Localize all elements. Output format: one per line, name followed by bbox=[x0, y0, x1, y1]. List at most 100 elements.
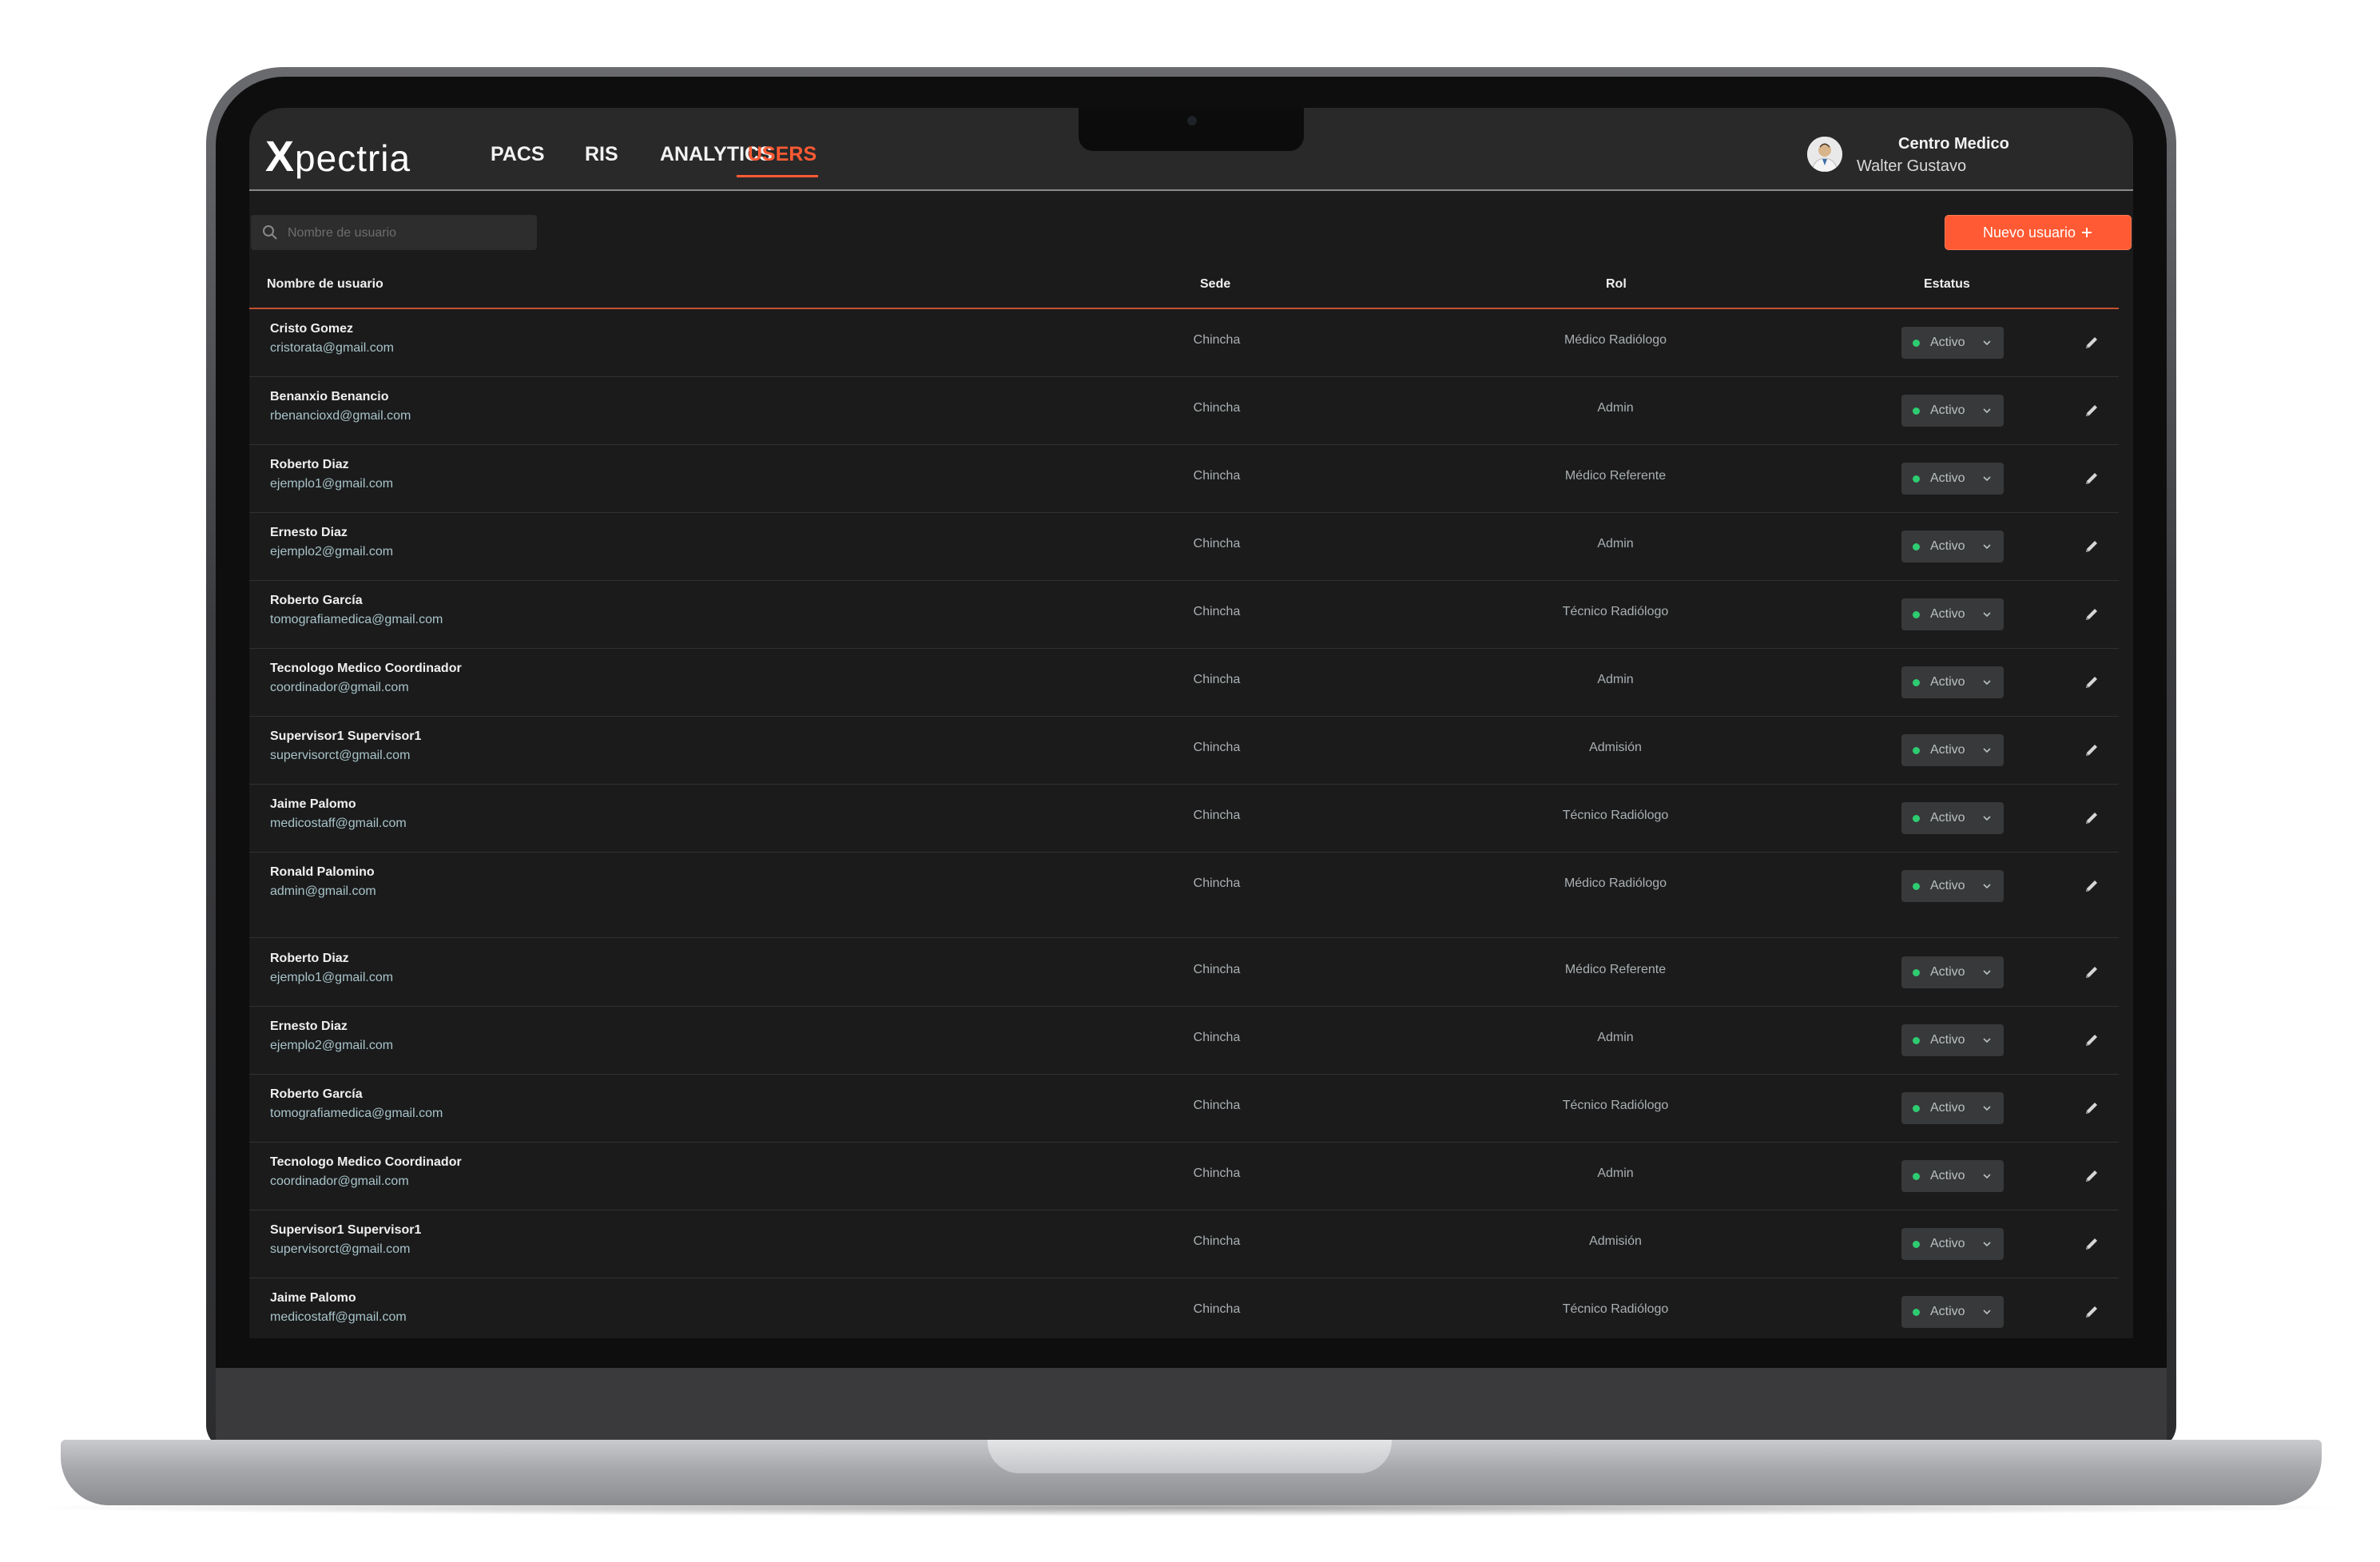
rol-cell: Admisión bbox=[1589, 1234, 1642, 1248]
nav-pacs[interactable]: PACS bbox=[491, 143, 545, 166]
rol-cell: Médico Radiólogo bbox=[1563, 333, 1667, 347]
edit-user-button[interactable] bbox=[2077, 1298, 2106, 1326]
table-row[interactable]: Roberto Diaz ejemplo1@gmail.com Chincha Méd… bbox=[249, 445, 2119, 513]
pencil-icon bbox=[2086, 337, 2097, 348]
sede-cell: Chincha bbox=[1193, 1234, 1241, 1248]
status-dropdown[interactable]: Activo bbox=[1901, 870, 2004, 902]
edit-user-button[interactable] bbox=[2077, 804, 2106, 833]
status-label: Activo bbox=[1930, 965, 1965, 979]
search-box[interactable] bbox=[251, 215, 537, 250]
user-email-cell: ejemplo1@gmail.com bbox=[270, 971, 394, 984]
user-email-cell: admin@gmail.com bbox=[270, 884, 376, 898]
table-row[interactable]: Roberto García tomografiamedica@gmail.com… bbox=[249, 581, 2119, 649]
status-dot-icon bbox=[1913, 747, 1920, 754]
table-row[interactable]: Jaime Palomo medicostaff@gmail.com Chincha… bbox=[249, 785, 2119, 853]
pencil-icon bbox=[2086, 609, 2097, 620]
table-header: Nombre de usuario Sede Rol Estatus bbox=[249, 266, 2119, 309]
new-user-button[interactable]: Nuevo usuario bbox=[1945, 215, 2132, 250]
table-row[interactable]: Supervisor1 Supervisor1 supervisorct@gmai… bbox=[249, 1210, 2119, 1278]
status-dropdown[interactable]: Activo bbox=[1901, 666, 2004, 698]
chevron-down-icon bbox=[1983, 612, 1991, 618]
user-email-cell: rbenancioxd@gmail.com bbox=[270, 409, 411, 423]
rol-cell: Admisión bbox=[1589, 741, 1642, 754]
nav-users[interactable]: USERS bbox=[748, 143, 817, 166]
rol-cell: Técnico Radiólogo bbox=[1562, 1302, 1669, 1316]
xpectria-logo[interactable]: Xpectria bbox=[265, 132, 411, 181]
user-email-cell: coordinador@gmail.com bbox=[270, 681, 409, 694]
edit-user-button[interactable] bbox=[2077, 464, 2106, 493]
pencil-icon bbox=[2086, 967, 2097, 978]
status-dropdown[interactable]: Activo bbox=[1901, 1228, 2004, 1260]
user-email-cell: ejemplo2@gmail.com bbox=[270, 545, 394, 558]
edit-user-button[interactable] bbox=[2077, 1162, 2106, 1190]
header-username[interactable]: Nombre de usuario bbox=[267, 277, 383, 292]
user-name-cell: Ronald Palomino bbox=[270, 865, 375, 879]
pencil-icon bbox=[2086, 677, 2097, 688]
status-dropdown[interactable]: Activo bbox=[1901, 395, 2004, 427]
search-icon bbox=[263, 225, 277, 240]
status-dot-icon bbox=[1913, 969, 1920, 976]
status-dropdown[interactable]: Activo bbox=[1901, 463, 2004, 495]
rol-cell: Admin bbox=[1597, 673, 1634, 686]
sede-cell: Chincha bbox=[1193, 963, 1241, 976]
table-row[interactable]: Benanxio Benancio rbenancioxd@gmail.com Ch… bbox=[249, 377, 2119, 445]
edit-user-button[interactable] bbox=[2077, 600, 2106, 629]
user-name-cell: Tecnologo Medico Coordinador bbox=[270, 1155, 462, 1169]
edit-user-button[interactable] bbox=[2077, 668, 2106, 697]
camera-notch bbox=[1079, 108, 1304, 151]
edit-user-button[interactable] bbox=[2077, 1026, 2106, 1055]
table-row[interactable]: Jaime Palomo medicostaff@gmail.com Chincha… bbox=[249, 1278, 2119, 1338]
status-dropdown[interactable]: Activo bbox=[1901, 1296, 2004, 1328]
status-label: Activo bbox=[1930, 1305, 1965, 1318]
status-dropdown[interactable]: Activo bbox=[1901, 734, 2004, 766]
status-dropdown[interactable]: Activo bbox=[1901, 1092, 2004, 1124]
chevron-down-icon bbox=[1983, 1106, 1991, 1111]
edit-user-button[interactable] bbox=[2077, 872, 2106, 900]
status-label: Activo bbox=[1930, 1237, 1965, 1250]
status-label: Activo bbox=[1930, 1033, 1965, 1047]
header-status[interactable]: Estatus bbox=[1924, 277, 1970, 292]
table-row[interactable]: Ernesto Diaz ejemplo2@gmail.com Chincha Adm… bbox=[249, 1007, 2119, 1075]
table-row[interactable]: Supervisor1 Supervisor1 supervisorct@gmai… bbox=[249, 717, 2119, 785]
sede-cell: Chincha bbox=[1193, 537, 1241, 550]
status-dot-icon bbox=[1913, 611, 1920, 618]
chevron-down-icon bbox=[1983, 1038, 1991, 1043]
edit-user-button[interactable] bbox=[2077, 958, 2106, 987]
status-dropdown[interactable]: Activo bbox=[1901, 1160, 2004, 1192]
chevron-down-icon bbox=[1983, 340, 1991, 346]
table-row[interactable]: Ernesto Diaz ejemplo2@gmail.com Chincha Adm… bbox=[249, 513, 2119, 581]
status-dot-icon bbox=[1913, 543, 1920, 550]
avatar-icon[interactable] bbox=[1807, 137, 1842, 172]
topbar-divider bbox=[249, 189, 2133, 191]
edit-user-button[interactable] bbox=[2077, 396, 2106, 425]
status-dropdown[interactable]: Activo bbox=[1901, 327, 2004, 359]
edit-user-button[interactable] bbox=[2077, 1094, 2106, 1123]
table-row[interactable]: Roberto García tomografiamedica@gmail.com… bbox=[249, 1075, 2119, 1143]
status-dropdown[interactable]: Activo bbox=[1901, 531, 2004, 562]
status-dropdown[interactable]: Activo bbox=[1901, 802, 2004, 834]
chevron-down-icon bbox=[1983, 408, 1991, 414]
sede-cell: Chincha bbox=[1193, 469, 1241, 483]
rol-cell: Técnico Radiólogo bbox=[1562, 809, 1669, 822]
status-dot-icon bbox=[1913, 883, 1920, 890]
table-row[interactable]: Roberto Diaz ejemplo1@gmail.com Chincha Méd… bbox=[249, 939, 2119, 1007]
user-name: Walter Gustavo bbox=[1857, 157, 1967, 175]
nav-ris[interactable]: RIS bbox=[585, 143, 618, 166]
pencil-icon bbox=[2086, 813, 2097, 824]
search-input[interactable] bbox=[286, 221, 529, 245]
status-dot-icon bbox=[1913, 475, 1920, 483]
table-row[interactable]: Cristo Gomez cristorata@gmail.com Chincha M… bbox=[249, 309, 2119, 377]
chevron-down-icon bbox=[1983, 748, 1991, 753]
header-sede[interactable]: Sede bbox=[1200, 277, 1230, 292]
header-rol[interactable]: Rol bbox=[1606, 277, 1627, 292]
edit-user-button[interactable] bbox=[2077, 736, 2106, 765]
status-dropdown[interactable]: Activo bbox=[1901, 598, 2004, 630]
edit-user-button[interactable] bbox=[2077, 1230, 2106, 1258]
edit-user-button[interactable] bbox=[2077, 328, 2106, 357]
table-row[interactable]: Ronald Palomino admin@gmail.com Chincha Méd… bbox=[249, 853, 2119, 938]
edit-user-button[interactable] bbox=[2077, 532, 2106, 561]
table-row[interactable]: Tecnologo Medico Coordinador coordinador@… bbox=[249, 649, 2119, 717]
status-dropdown[interactable]: Activo bbox=[1901, 1024, 2004, 1056]
table-row[interactable]: Tecnologo Medico Coordinador coordinador@… bbox=[249, 1143, 2119, 1210]
status-dropdown[interactable]: Activo bbox=[1901, 956, 2004, 988]
